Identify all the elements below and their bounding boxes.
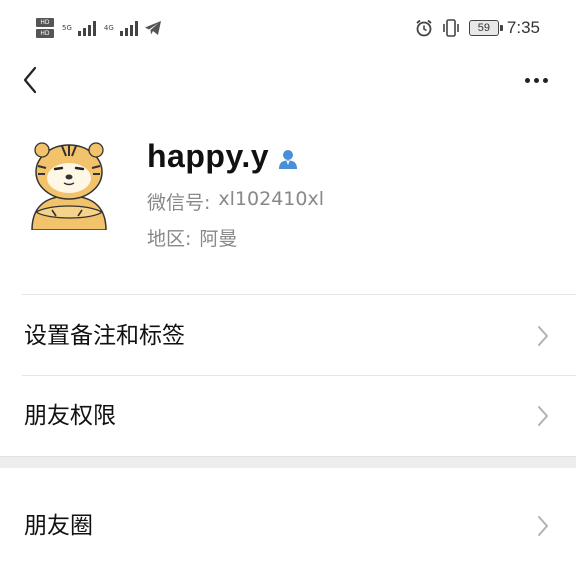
chevron-right-icon	[538, 326, 548, 346]
male-person-icon	[277, 148, 299, 170]
wechat-id-row: 微信号: xl102410xl	[147, 188, 324, 215]
more-dots-icon	[524, 77, 530, 83]
list-item-label: 设置备注和标签	[24, 323, 185, 349]
chevron-left-icon	[23, 66, 37, 94]
avatar[interactable]	[22, 136, 116, 230]
network-4g: 4G	[104, 24, 114, 32]
region-value: 阿曼	[199, 228, 238, 250]
telegram-icon	[144, 21, 161, 35]
battery-icon: 59	[468, 20, 503, 36]
profile-header: happy.y 微信号: xl102410xl 地区: 阿曼	[0, 120, 576, 294]
chevron-right-icon	[538, 406, 548, 426]
battery-level: 59	[477, 22, 491, 34]
alarm-icon	[416, 19, 432, 37]
region-row: 地区: 阿曼	[147, 224, 237, 251]
friend-permissions-item[interactable]: 朋友权限	[0, 376, 576, 456]
more-button[interactable]	[520, 66, 552, 94]
nav-bar	[0, 56, 576, 104]
list-item-label: 朋友圈	[24, 513, 93, 539]
status-time: 7:35	[506, 18, 540, 37]
status-bar: HD HD 5G 4G 59 7:35	[0, 0, 576, 56]
hd-badges: HD HD	[36, 18, 54, 38]
name-row: happy.y	[147, 138, 299, 175]
hd-badge: HD	[36, 18, 54, 27]
network-label-2: 4G	[103, 24, 114, 32]
network-5g: 5G	[62, 24, 72, 32]
set-remark-tags-item[interactable]: 设置备注和标签	[0, 296, 576, 376]
tiger-avatar-icon	[22, 136, 116, 230]
vibrate-icon	[443, 19, 459, 37]
moments-item[interactable]: 朋友圈	[0, 486, 576, 566]
signal-bars-icon	[77, 20, 96, 36]
chevron-right-icon	[538, 516, 548, 536]
back-button[interactable]	[16, 64, 44, 96]
divider	[22, 294, 576, 295]
list-item-label: 朋友权限	[24, 403, 116, 429]
wechat-id-value: xl102410xl	[218, 188, 324, 210]
status-left: HD HD 5G 4G	[36, 16, 162, 40]
hd-badge: HD	[36, 29, 54, 38]
region-label: 地区:	[147, 228, 192, 250]
signal-bars-icon	[119, 20, 138, 36]
network-label: 5G	[62, 24, 72, 32]
section-gap	[0, 456, 576, 468]
contact-profile-screen: HD HD 5G 4G 59 7:35 happy.y 微信号: xl10241…	[0, 0, 576, 576]
contact-name: happy.y	[147, 138, 270, 174]
wechat-id-label: 微信号:	[147, 192, 211, 214]
status-right: 59 7:35	[415, 14, 540, 42]
